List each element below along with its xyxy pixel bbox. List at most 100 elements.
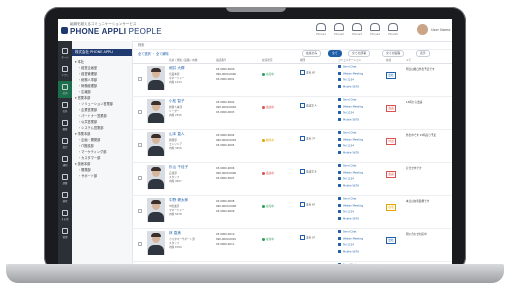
status-badge[interactable]: 出社 — [386, 72, 396, 79]
filter-all[interactable]: 全て — [328, 50, 342, 57]
rail-item-external[interactable]: 社外 — [58, 99, 72, 116]
profile-photo[interactable] — [147, 99, 165, 123]
status-badge[interactable]: 会議 — [386, 171, 396, 178]
mobile-link[interactable]: Mobile 5678 — [338, 84, 378, 92]
mobile-link[interactable]: Mobile 5678 — [338, 117, 378, 125]
presence-dot-icon — [262, 138, 265, 142]
rail-label: 設定 — [62, 146, 68, 149]
contacts-icon — [62, 102, 68, 108]
row-checkbox[interactable] — [138, 143, 142, 147]
table-row[interactable]: 小松 智子 総務人事部 リーダー 内線 2345 03-0000-0002 090-000… — [132, 96, 452, 130]
phone-label: Phone2 — [334, 33, 344, 36]
mobile-link[interactable]: Mobile 5678 — [338, 183, 378, 191]
phone-3-button[interactable]: Phone3 — [350, 22, 364, 39]
phone-number[interactable]: 03-0000-0000 — [216, 68, 234, 71]
tree-item[interactable]: ・サポート部 — [78, 173, 138, 179]
rail-item-settings[interactable]: 設定 — [58, 135, 72, 152]
person-name[interactable]: 中野 健太郎 — [169, 198, 188, 203]
chat-icon — [338, 98, 341, 101]
rail-label: ホーム — [61, 56, 69, 59]
row-checkbox[interactable] — [138, 77, 142, 81]
rail-item-more[interactable]: その他 — [58, 207, 72, 224]
search-input[interactable] — [138, 43, 288, 47]
select-all-links[interactable]: 全て選択 ・ 全て解除 — [138, 51, 169, 56]
profile-photo[interactable] — [147, 132, 165, 156]
org-tree-heading[interactable]: 株式会社 PHONE APPLI — [72, 49, 132, 56]
brand-name[interactable]: PHONE APPLI PEOPLE — [70, 27, 162, 36]
video-icon — [338, 71, 341, 75]
person-name[interactable]: 小松 智子 — [169, 99, 185, 104]
mobile-number[interactable]: 090-0000-0010 — [216, 238, 236, 241]
mobile-number[interactable]: 090-0000-0004 — [216, 139, 236, 142]
mobile-link[interactable]: Mobile 5678 — [338, 249, 378, 257]
rail-item-admin[interactable]: 管理 — [58, 225, 72, 242]
person-name[interactable]: 林 直美 — [169, 231, 181, 236]
profile-photo[interactable] — [147, 66, 165, 90]
filter-dept-select[interactable]: 全ての部署 — [348, 50, 370, 57]
mobile-icon — [338, 84, 341, 88]
table-row[interactable]: 中野 健太郎 IT推進部 マネージャー 内線 5678 03-0000-0008 090-… — [132, 195, 452, 229]
phone-2-button[interactable]: Phone2 — [332, 22, 346, 39]
phone-number[interactable]: 03-0000-0008 — [216, 200, 234, 203]
display-button[interactable]: 表示 — [416, 50, 430, 57]
mobile-link[interactable]: Mobile 5678 — [338, 150, 378, 158]
phone-number[interactable]: 03-0000-0010 — [216, 233, 234, 236]
phone-4-button[interactable]: Phone4 — [368, 22, 382, 39]
column-header[interactable]: 場所 — [300, 58, 305, 62]
row-checkbox[interactable] — [138, 176, 142, 180]
profile-photo[interactable] — [147, 231, 165, 255]
home-icon — [62, 48, 68, 54]
icon-rail: ホーム アプリ 社内 社外 履歴 設定 通知 部署 検索 その他 管理 — [58, 41, 72, 264]
person-name[interactable]: 杉山 千佳子 — [169, 165, 188, 170]
mobile-number[interactable]: 090-0000-0006 — [216, 172, 236, 175]
profile-photo[interactable] — [147, 198, 165, 222]
fax-number: 03-0000-0003 — [216, 111, 235, 114]
mobile-number[interactable]: 090-0000-0002 — [216, 106, 236, 109]
location-label: 本社 7F — [306, 137, 316, 141]
person-name[interactable]: 細井 大輝 — [169, 66, 185, 71]
mobile-number[interactable]: 090-0000-0008 — [216, 205, 236, 208]
phone-number[interactable]: 03-0000-0004 — [216, 134, 234, 137]
phone-5-button[interactable]: Phone5 — [386, 22, 400, 39]
column-header[interactable]: メモ — [406, 58, 411, 62]
filter-present-only[interactable]: 在席のみ — [302, 50, 322, 57]
status-badge[interactable]: 外出 — [386, 138, 396, 145]
person-name[interactable]: 山本 直人 — [169, 132, 185, 137]
rail-item-apps[interactable]: アプリ — [58, 63, 72, 80]
status-badge[interactable]: 在宅 — [386, 204, 396, 211]
mobile-number[interactable]: 090-0000-0000 — [216, 73, 236, 76]
rail-item-notify[interactable]: 通知 — [58, 153, 72, 170]
row-checkbox[interactable] — [138, 110, 142, 114]
status-badge[interactable]: 会議 — [386, 105, 396, 112]
person-ext: 内線 5678 — [169, 213, 182, 216]
profile-photo[interactable] — [147, 165, 165, 189]
rail-item-history[interactable]: 履歴 — [58, 117, 72, 134]
table-row[interactable]: 林 直美 カスタマーサポート部 スタッフ 内線 6789 03-0000-0010 090… — [132, 228, 452, 262]
user-avatar[interactable] — [417, 24, 428, 35]
column-header[interactable]: コミュニケーション — [338, 58, 361, 62]
column-header[interactable]: 在席状況 — [262, 58, 272, 62]
status-badge[interactable]: 出社 — [386, 237, 396, 244]
memo-text: 打合せ中です — [406, 167, 422, 170]
bell-icon — [62, 156, 68, 162]
mobile-link[interactable]: Mobile 5678 — [338, 216, 378, 224]
user-name[interactable]: User Name — [431, 28, 450, 32]
video-icon — [338, 104, 341, 108]
phone-number[interactable]: 03-0000-0002 — [216, 101, 234, 104]
rail-item-internal[interactable]: 社内 — [58, 81, 72, 98]
column-header[interactable]: 電話番号 — [216, 58, 226, 62]
column-header[interactable]: 名前 / 所属 / 役職 / 内線 — [169, 58, 197, 62]
row-checkbox[interactable] — [138, 242, 142, 246]
link-label: Tel 1234 — [343, 111, 354, 115]
table-row[interactable]: 杉山 千佳子 広報部 スタッフ 内線 4567 03-0000-0006 090-0000… — [132, 162, 452, 196]
column-header[interactable]: 在席 — [386, 58, 391, 62]
table-row[interactable]: 山本 直人 開発部 エンジニア 内線 3456 03-0000-0004 090-0000… — [132, 129, 452, 163]
phone-number[interactable]: 03-0000-0006 — [216, 167, 234, 170]
rail-item-dept[interactable]: 部署 — [58, 171, 72, 188]
rail-item-home[interactable]: ホーム — [58, 45, 72, 62]
row-checkbox[interactable] — [138, 209, 142, 213]
rail-item-search[interactable]: 検索 — [58, 189, 72, 206]
filter-role-select[interactable]: 全ての役職 — [382, 50, 404, 57]
phone-1-button[interactable]: Phone1 — [314, 22, 328, 39]
table-row[interactable]: 細井 大輝 営業本部 マネージャー 内線 1234 03-0000-0000 090-00… — [132, 63, 452, 97]
